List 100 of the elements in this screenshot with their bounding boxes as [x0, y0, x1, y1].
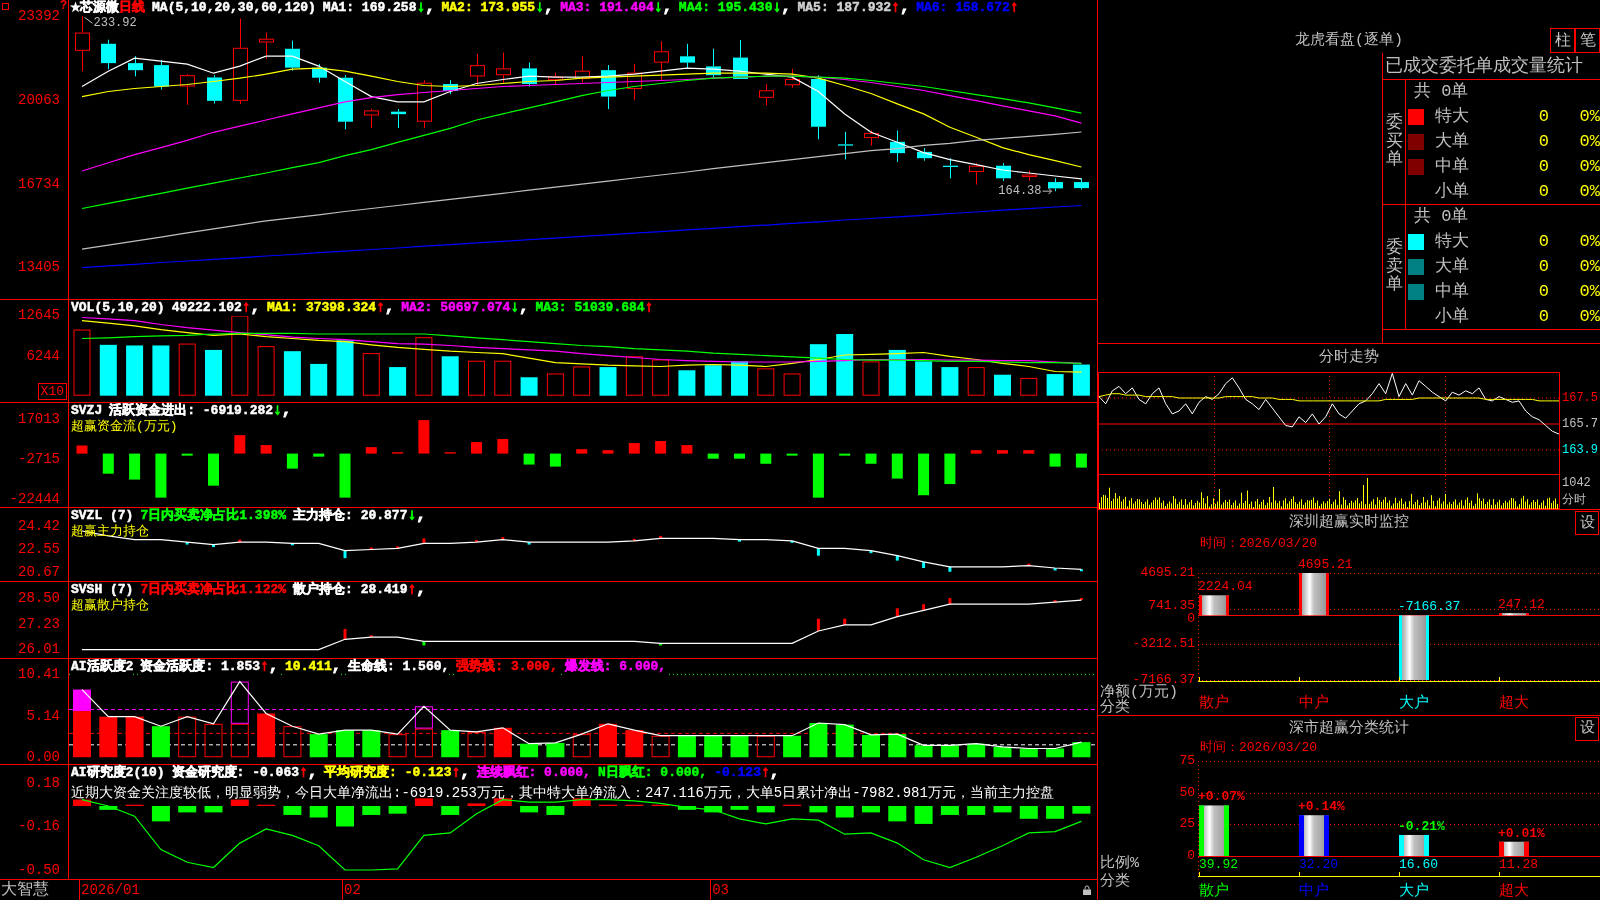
order-count: 0 [1537, 231, 1549, 252]
fund-flow-bar [734, 453, 745, 459]
candlestick [154, 59, 169, 90]
volume-bar [178, 343, 196, 396]
activity-bar [809, 723, 828, 758]
candlestick [811, 74, 826, 140]
research-bar [704, 806, 723, 813]
fund-flow-bar [576, 449, 588, 454]
research-bar [414, 798, 433, 806]
candlestick [101, 39, 116, 70]
category-label: 大户 [1399, 884, 1429, 900]
change-marker [501, 537, 505, 540]
candlestick [601, 64, 616, 110]
fund-flow-bar [997, 450, 1008, 454]
activity-bar [493, 727, 512, 758]
fund-flow-bar [76, 445, 88, 454]
fund-flow-bar [1023, 450, 1035, 454]
change-marker [816, 618, 820, 631]
activity-bar [388, 734, 407, 758]
axis-tick-label: 12645 [18, 307, 60, 324]
axis-tick-label: -2715 [18, 451, 60, 468]
activity-bar [862, 734, 880, 758]
research-bar [178, 806, 197, 813]
research-bar [730, 806, 749, 810]
order-total: 共 0单 [1414, 82, 1469, 102]
axis-tick-label: 0 [1187, 849, 1195, 863]
volume-bar [283, 351, 301, 396]
activity-bar [125, 716, 144, 758]
activity-bar [99, 716, 118, 758]
research-bar [993, 806, 1012, 813]
research-bar [677, 806, 696, 810]
candlestick [864, 130, 879, 147]
activity-bar [336, 730, 354, 758]
settings-button[interactable]: 设 [1575, 716, 1599, 741]
volume-bar [652, 359, 670, 396]
view-mode-button[interactable]: 笔 [1575, 28, 1600, 53]
fund-flow-bar [549, 453, 561, 467]
change-marker [738, 539, 741, 542]
order-percent: 0% [1579, 231, 1600, 252]
legend-item: MA5: 187.932↑, [797, 0, 910, 16]
axis-tick-label: 5.14 [26, 708, 60, 725]
panel-title: 深圳超赢实时监控 [1289, 514, 1409, 532]
volume-bar [257, 346, 275, 396]
order-size-label: 中单 [1435, 156, 1470, 177]
activity-bar [914, 745, 933, 758]
axis-tick-label: 0.18 [26, 774, 60, 791]
change-marker [1053, 568, 1057, 571]
analysis-summary: 近期大资金关注度较低，明显弱势，今日大单净流出:-6919.253万元，其中特大单净流入：247.116万元，大单5日累计净出-7982.981万元，当前主力控盘 [71, 785, 1054, 801]
research-bar [73, 799, 91, 806]
volume-bar [994, 374, 1011, 396]
category-label: 超大 [1499, 884, 1529, 900]
change-marker [1079, 569, 1083, 572]
axis-tick-label: 165.7 [1562, 417, 1598, 431]
candlestick [890, 130, 905, 163]
order-size-label: 特大 [1435, 106, 1470, 127]
order-size-label: 小单 [1435, 181, 1470, 202]
net-amount-bar [1399, 615, 1429, 680]
category-label: 大户 [1399, 696, 1429, 712]
lock-icon[interactable] [1083, 885, 1091, 895]
bar-value-label: 39.92 [1199, 858, 1238, 872]
research-bar [362, 806, 381, 815]
activity-bar [625, 730, 644, 758]
order-total: 共 0单 [1414, 207, 1469, 227]
activity-bar [783, 735, 802, 758]
volume-bar [99, 344, 117, 396]
volume-bar [915, 361, 933, 396]
axis-tick-label: 741.35 [1148, 598, 1195, 613]
order-count: 0 [1537, 156, 1549, 177]
axis-tick-label: 163.9 [1562, 443, 1598, 457]
research-bar [493, 798, 512, 806]
legend-item: 7日内买卖净占比1.398% [140, 508, 287, 524]
burst-marker-bar [414, 706, 433, 729]
research-bar [151, 806, 170, 822]
help-button[interactable]: ? [60, 0, 68, 13]
research-bar [1072, 806, 1091, 814]
view-mode-button[interactable]: 柱 [1550, 28, 1575, 53]
legend-item: N日飘红: 0.000, [597, 765, 708, 781]
net-amount-bar [1499, 613, 1529, 616]
axis-tick-label: 28.50 [18, 590, 60, 607]
research-bar [388, 806, 407, 814]
change-marker [790, 540, 794, 543]
legend-item: 资金研究度: -0.063↑, [171, 765, 318, 781]
indicator-title: VOL(5,10,20) [71, 300, 165, 316]
fund-flow-bar [497, 439, 509, 454]
settings-button[interactable]: 设 [1575, 511, 1599, 535]
candlestick [259, 31, 274, 60]
volume-bar [836, 334, 854, 396]
volume-bar [1020, 377, 1038, 396]
order-size-label: 中单 [1435, 281, 1470, 302]
unit-multiplier-button[interactable]: X10 [37, 383, 67, 400]
fund-flow-bar [707, 453, 719, 459]
research-bar [756, 806, 775, 813]
candlestick [128, 55, 143, 77]
change-marker [422, 538, 426, 544]
candlestick [417, 79, 432, 129]
change-marker [527, 542, 531, 545]
activity-bar [993, 746, 1012, 758]
volume-bar [678, 370, 696, 396]
price-annotation: 164.38 [998, 184, 1042, 199]
volume-scale-label: 1042 [1562, 476, 1591, 490]
